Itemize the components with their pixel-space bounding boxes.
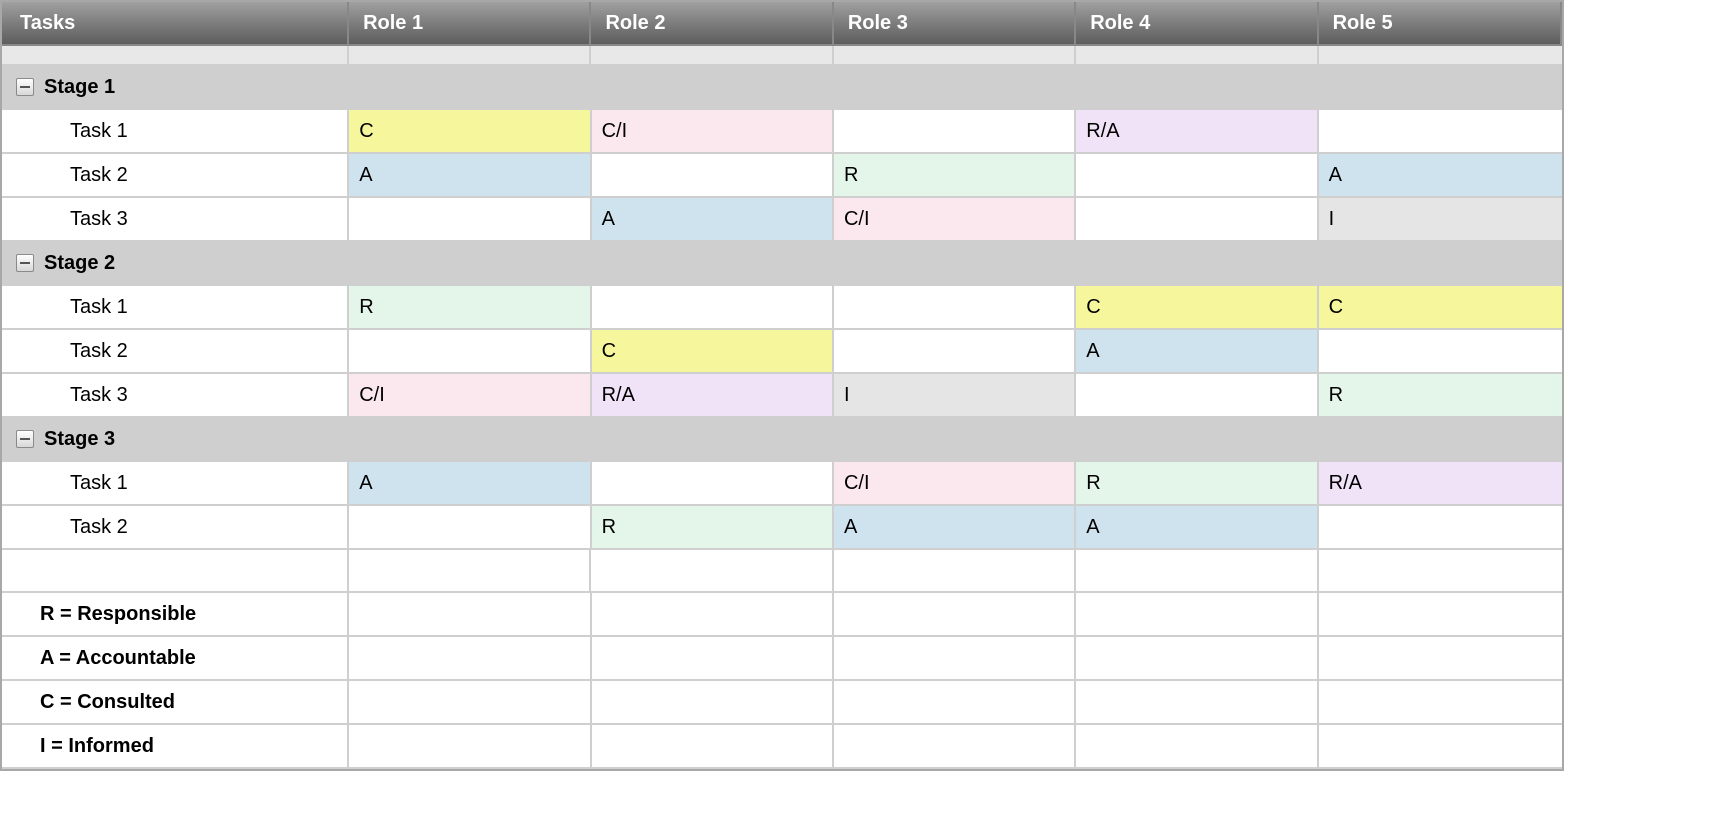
raci-cell[interactable] bbox=[592, 154, 834, 198]
empty-row bbox=[2, 550, 1562, 593]
stage-label: Stage 1 bbox=[44, 74, 115, 100]
table-row: Task 1 R C C bbox=[2, 286, 1562, 330]
table-row: Task 3 A C/I I bbox=[2, 198, 1562, 242]
raci-cell[interactable]: A bbox=[592, 198, 834, 242]
raci-cell[interactable] bbox=[592, 462, 834, 506]
task-label: Task 1 bbox=[2, 462, 349, 506]
legend-item: C = Consulted bbox=[2, 681, 349, 725]
collapse-icon[interactable] bbox=[16, 254, 34, 272]
task-label: Task 1 bbox=[2, 286, 349, 330]
raci-cell[interactable]: A bbox=[349, 154, 591, 198]
raci-cell[interactable]: C bbox=[1076, 286, 1318, 330]
raci-cell[interactable]: I bbox=[1319, 198, 1562, 242]
raci-cell[interactable]: R bbox=[592, 506, 834, 550]
raci-cell[interactable]: C/I bbox=[349, 374, 591, 418]
raci-cell[interactable]: R/A bbox=[1076, 110, 1318, 154]
raci-cell[interactable] bbox=[349, 198, 591, 242]
task-label: Task 2 bbox=[2, 330, 349, 374]
raci-cell[interactable]: C bbox=[349, 110, 591, 154]
header-tasks: Tasks bbox=[2, 2, 349, 46]
raci-cell[interactable] bbox=[1076, 198, 1318, 242]
raci-cell[interactable] bbox=[1319, 506, 1562, 550]
raci-cell[interactable] bbox=[1319, 330, 1562, 374]
table-row: Task 2 A R A bbox=[2, 154, 1562, 198]
raci-cell[interactable]: R bbox=[834, 154, 1076, 198]
raci-cell[interactable]: R/A bbox=[1319, 462, 1562, 506]
task-label: Task 1 bbox=[2, 110, 349, 154]
raci-cell[interactable]: R bbox=[349, 286, 591, 330]
table-row: Task 1 A C/I R R/A bbox=[2, 462, 1562, 506]
raci-cell[interactable]: R bbox=[1319, 374, 1562, 418]
header-role-3: Role 3 bbox=[834, 2, 1076, 46]
raci-cell[interactable] bbox=[1076, 374, 1318, 418]
stage-3-row: Stage 3 bbox=[2, 418, 1562, 462]
raci-cell[interactable]: C bbox=[592, 330, 834, 374]
header-role-2: Role 2 bbox=[591, 2, 833, 46]
raci-cell[interactable]: R/A bbox=[592, 374, 834, 418]
raci-cell[interactable]: A bbox=[834, 506, 1076, 550]
stage-1-row: Stage 1 bbox=[2, 66, 1562, 110]
table-row: Task 2 C A bbox=[2, 330, 1562, 374]
task-label: Task 3 bbox=[2, 374, 349, 418]
header-role-1: Role 1 bbox=[349, 2, 591, 46]
raci-cell[interactable]: A bbox=[1319, 154, 1562, 198]
raci-cell[interactable]: A bbox=[349, 462, 591, 506]
raci-cell[interactable] bbox=[834, 286, 1076, 330]
header-row: Tasks Role 1 Role 2 Role 3 Role 4 Role 5 bbox=[2, 2, 1562, 46]
raci-cell[interactable]: A bbox=[1076, 330, 1318, 374]
legend-row: A = Accountable bbox=[2, 637, 1562, 681]
raci-cell[interactable]: C bbox=[1319, 286, 1562, 330]
raci-cell[interactable] bbox=[834, 110, 1076, 154]
raci-cell[interactable] bbox=[834, 330, 1076, 374]
raci-cell[interactable] bbox=[349, 330, 591, 374]
table-row: Task 1 C C/I R/A bbox=[2, 110, 1562, 154]
spacer-row bbox=[2, 46, 1562, 66]
raci-cell[interactable]: C/I bbox=[834, 462, 1076, 506]
collapse-icon[interactable] bbox=[16, 78, 34, 96]
stage-2-row: Stage 2 bbox=[2, 242, 1562, 286]
header-role-4: Role 4 bbox=[1076, 2, 1318, 46]
raci-matrix: Tasks Role 1 Role 2 Role 3 Role 4 Role 5… bbox=[0, 0, 1564, 771]
raci-cell[interactable]: I bbox=[834, 374, 1076, 418]
table-row: Task 3 C/I R/A I R bbox=[2, 374, 1562, 418]
header-role-5: Role 5 bbox=[1319, 2, 1562, 46]
legend-row: C = Consulted bbox=[2, 681, 1562, 725]
task-label: Task 2 bbox=[2, 506, 349, 550]
raci-cell[interactable]: C/I bbox=[834, 198, 1076, 242]
legend-row: R = Responsible bbox=[2, 593, 1562, 637]
raci-cell[interactable] bbox=[1076, 154, 1318, 198]
task-label: Task 3 bbox=[2, 198, 349, 242]
collapse-icon[interactable] bbox=[16, 430, 34, 448]
raci-cell[interactable]: A bbox=[1076, 506, 1318, 550]
legend-item: I = Informed bbox=[2, 725, 349, 769]
raci-cell[interactable]: C/I bbox=[592, 110, 834, 154]
raci-cell[interactable] bbox=[1319, 110, 1562, 154]
raci-cell[interactable] bbox=[349, 506, 591, 550]
legend-row: I = Informed bbox=[2, 725, 1562, 769]
raci-cell[interactable]: R bbox=[1076, 462, 1318, 506]
table-row: Task 2 R A A bbox=[2, 506, 1562, 550]
legend-item: A = Accountable bbox=[2, 637, 349, 681]
raci-cell[interactable] bbox=[592, 286, 834, 330]
legend-item: R = Responsible bbox=[2, 593, 349, 637]
stage-label: Stage 3 bbox=[44, 426, 115, 452]
stage-label: Stage 2 bbox=[44, 250, 115, 276]
task-label: Task 2 bbox=[2, 154, 349, 198]
